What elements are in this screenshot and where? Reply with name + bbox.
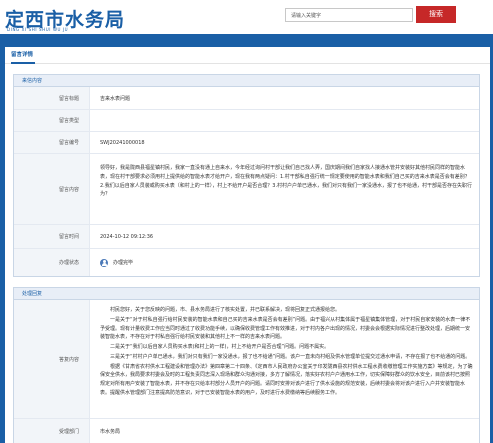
field-label: 办理状态	[14, 249, 90, 276]
reply-paragraph: 村民您好，关于您反映的问题，市、县水务局进行了核实处置，并已联系解决，现将回复正…	[110, 307, 341, 313]
field-label: 留言类型	[14, 110, 90, 131]
status-text: 办理完毕	[113, 260, 134, 266]
reply-paragraph: 根据《甘肃省农村供水工程建设和管理办法》第四章第二十四条、《定西市人民政府办公室…	[100, 363, 473, 396]
field-value-time: 2024-10-12 09:12:36	[100, 233, 154, 240]
reply-dept-row: 受理部门 市水务局	[14, 419, 479, 443]
field-row-time: 留言时间 2024-10-12 09:12:36	[14, 225, 479, 249]
search-button[interactable]: 搜索	[416, 6, 456, 23]
reply-dept-value: 市水务局	[100, 429, 121, 435]
reply-section: 处理回复 答复内容 村民您好，关于您反映的问题，市、县水务局进行了核实处置，并已…	[13, 287, 480, 443]
panel-title: 留言详情	[5, 47, 490, 64]
field-label: 受理部门	[14, 419, 90, 443]
field-value-title: 吉来水表问题	[100, 95, 131, 102]
message-detail-panel: 留言详情 来信内容 留言标题 吉来水表问题 留言类型 留言编号 SWJ20241…	[5, 47, 490, 443]
message-section: 来信内容 留言标题 吉来水表问题 留言类型 留言编号 SWJ2024100001…	[13, 74, 480, 277]
field-row-status: 办理状态 办理完毕	[14, 249, 479, 276]
field-row-title: 留言标题 吉来水表问题	[14, 87, 479, 110]
field-label: 留言编号	[14, 132, 90, 153]
field-row-type: 留言类型	[14, 110, 479, 132]
site-logo-subtitle: DING XI SHI SHUI WU JU	[7, 27, 69, 32]
reply-paragraph: 一是关于“对于村私自强行给村民安装的智能水表和自己买的吉来水表是否会有差别”问题…	[100, 316, 471, 341]
site-header: 定西市水务局 DING XI SHI SHUI WU JU 请输入关键字 搜索	[0, 0, 493, 34]
field-row-content: 留言内容 领导好，我是陇西县福星镇村民，我家一直没有通上自来水，今年经过询问村干…	[14, 154, 479, 225]
message-section-title: 来信内容	[14, 75, 479, 87]
reply-paragraph: 三是关于“村村户户单已通水，我们对只有我们一家没通水，报了也不给通”问题。该户一…	[110, 353, 471, 360]
field-value-status: 办理完毕	[100, 249, 474, 276]
reply-content-row: 答复内容 村民您好，关于您反映的问题，市、县水务局进行了核实处置，并已联系解决，…	[14, 300, 479, 419]
reply-content: 村民您好，关于您反映的问题，市、县水务局进行了核实处置，并已联系解决，现将回复正…	[100, 300, 474, 418]
field-value-content: 领导好，我是陇西县福星镇村民，我家一直没有通上自来水，今年经过询问村干部让我们自…	[100, 165, 473, 198]
reply-paragraph: 二是关于“我们以后自家人员购买水表(和村上的一样)，村上不给开户是否合理”问题。…	[110, 344, 330, 350]
user-icon	[100, 258, 108, 267]
field-label: 留言内容	[14, 154, 90, 224]
search-input[interactable]: 请输入关键字	[285, 8, 413, 22]
field-label: 答复内容	[14, 300, 90, 418]
field-value-type	[100, 110, 474, 131]
field-row-number: 留言编号 SWJ20241000018	[14, 132, 479, 154]
field-value-number: SWJ20241000018	[100, 139, 145, 146]
reply-section-title: 处理回复	[14, 288, 479, 300]
field-label: 留言时间	[14, 225, 90, 248]
field-label: 留言标题	[14, 87, 90, 109]
